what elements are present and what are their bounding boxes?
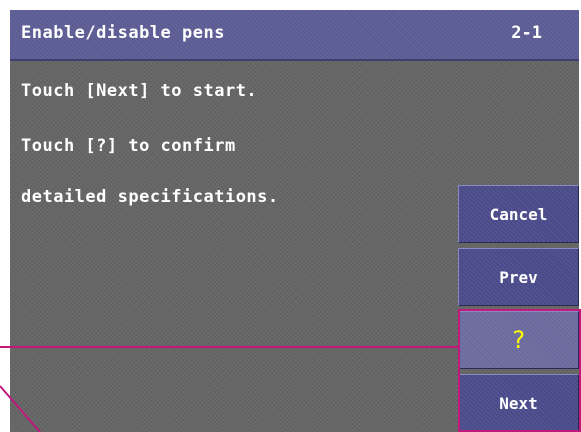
page-number: 2-1 xyxy=(511,23,542,43)
page: Enable/disable pens 2-1 Touch [Next] to … xyxy=(0,0,581,432)
cancel-button[interactable]: Cancel xyxy=(458,185,579,243)
title-bar: Enable/disable pens 2-1 xyxy=(10,10,579,61)
help-button[interactable]: ? xyxy=(458,311,579,369)
instruction-line-1: Touch [Next] to start. xyxy=(21,81,258,101)
device-screen: Enable/disable pens 2-1 Touch [Next] to … xyxy=(10,10,579,432)
instruction-line-3: detailed specifications. xyxy=(21,187,279,207)
prev-button[interactable]: Prev xyxy=(458,248,579,306)
instruction-line-2: Touch [?] to confirm xyxy=(21,136,236,156)
next-button[interactable]: Next xyxy=(458,374,579,432)
screen-title: Enable/disable pens xyxy=(21,23,225,43)
